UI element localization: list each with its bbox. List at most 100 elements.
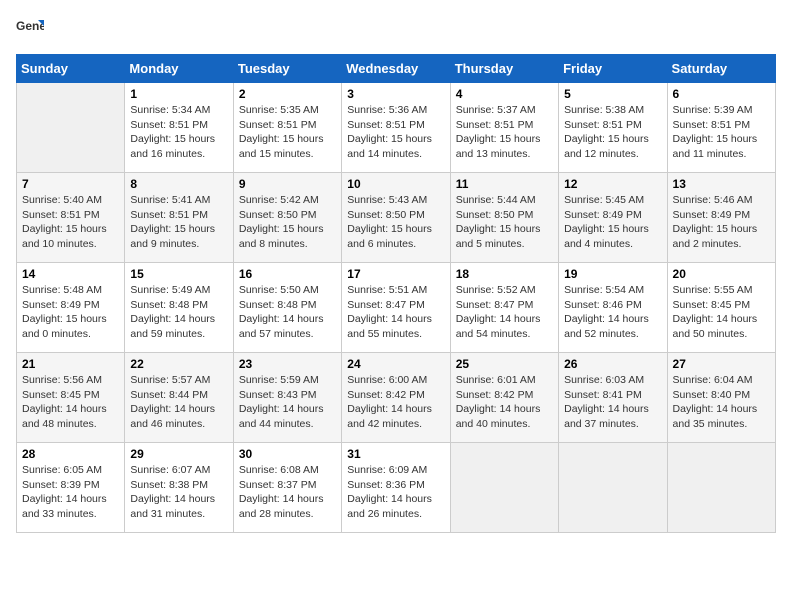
day-info: Sunrise: 5:37 AM Sunset: 8:51 PM Dayligh…	[456, 103, 553, 162]
day-info: Sunrise: 5:54 AM Sunset: 8:46 PM Dayligh…	[564, 283, 661, 342]
day-info: Sunrise: 5:39 AM Sunset: 8:51 PM Dayligh…	[673, 103, 770, 162]
calendar-cell: 9Sunrise: 5:42 AM Sunset: 8:50 PM Daylig…	[233, 173, 341, 263]
calendar-cell: 3 Sunrise: 5:36 AM Sunset: 8:51 PM Daylig…	[342, 83, 450, 173]
day-number: 4	[456, 87, 553, 101]
calendar-cell: 24 Sunrise: 6:00 AM Sunset: 8:42 PM Dayli…	[342, 353, 450, 443]
day-number: 2	[239, 87, 336, 101]
day-info: Sunrise: 6:05 AM Sunset: 8:39 PM Dayligh…	[22, 463, 119, 522]
day-number: 8	[130, 177, 227, 191]
calendar-cell: 11 Sunrise: 5:44 AM Sunset: 8:50 PM Dayli…	[450, 173, 558, 263]
calendar-cell: 8 Sunrise: 5:41 AM Sunset: 8:51 PM Daylig…	[125, 173, 233, 263]
week-row-2: 7 Sunrise: 5:40 AM Sunset: 8:51 PM Daylig…	[17, 173, 776, 263]
calendar-cell: 26 Sunrise: 6:03 AM Sunset: 8:41 PM Dayli…	[559, 353, 667, 443]
calendar-cell: 1 Sunrise: 5:34 AM Sunset: 8:51 PM Daylig…	[125, 83, 233, 173]
day-number: 15	[130, 267, 227, 281]
calendar-cell: 4 Sunrise: 5:37 AM Sunset: 8:51 PM Daylig…	[450, 83, 558, 173]
day-number: 24	[347, 357, 444, 371]
day-info: Sunrise: 6:00 AM Sunset: 8:42 PM Dayligh…	[347, 373, 444, 432]
calendar-cell: 27 Sunrise: 6:04 AM Sunset: 8:40 PM Dayli…	[667, 353, 775, 443]
day-info: Sunrise: 5:36 AM Sunset: 8:51 PM Dayligh…	[347, 103, 444, 162]
day-number: 28	[22, 447, 119, 461]
calendar-cell: 10 Sunrise: 5:43 AM Sunset: 8:50 PM Dayli…	[342, 173, 450, 263]
calendar-cell: 22Sunrise: 5:57 AM Sunset: 8:44 PM Dayli…	[125, 353, 233, 443]
calendar-cell: 25 Sunrise: 6:01 AM Sunset: 8:42 PM Dayli…	[450, 353, 558, 443]
day-info: Sunrise: 6:07 AM Sunset: 8:38 PM Dayligh…	[130, 463, 227, 522]
day-number: 20	[673, 267, 770, 281]
day-number: 27	[673, 357, 770, 371]
page-header: General	[16, 16, 776, 44]
calendar-cell: 21 Sunrise: 5:56 AM Sunset: 8:45 PM Dayli…	[17, 353, 125, 443]
day-number: 5	[564, 87, 661, 101]
day-info: Sunrise: 5:48 AM Sunset: 8:49 PM Dayligh…	[22, 283, 119, 342]
calendar-cell: 31 Sunrise: 6:09 AM Sunset: 8:36 PM Dayli…	[342, 443, 450, 533]
day-number: 9	[239, 177, 336, 191]
day-info: Sunrise: 5:46 AM Sunset: 8:49 PM Dayligh…	[673, 193, 770, 252]
day-info: Sunrise: 5:49 AM Sunset: 8:48 PM Dayligh…	[130, 283, 227, 342]
day-number: 6	[673, 87, 770, 101]
calendar-cell	[17, 83, 125, 173]
day-number: 25	[456, 357, 553, 371]
day-info: Sunrise: 6:01 AM Sunset: 8:42 PM Dayligh…	[456, 373, 553, 432]
day-number: 14	[22, 267, 119, 281]
calendar-table: SundayMondayTuesdayWednesdayThursdayFrid…	[16, 54, 776, 533]
day-info: Sunrise: 5:51 AM Sunset: 8:47 PM Dayligh…	[347, 283, 444, 342]
weekday-header-thursday: Thursday	[450, 55, 558, 83]
day-number: 10	[347, 177, 444, 191]
calendar-cell	[667, 443, 775, 533]
day-number: 23	[239, 357, 336, 371]
week-row-3: 14 Sunrise: 5:48 AM Sunset: 8:49 PM Dayli…	[17, 263, 776, 353]
day-number: 21	[22, 357, 119, 371]
day-number: 30	[239, 447, 336, 461]
weekday-header-wednesday: Wednesday	[342, 55, 450, 83]
weekday-header-monday: Monday	[125, 55, 233, 83]
calendar-cell	[450, 443, 558, 533]
calendar-cell: 20 Sunrise: 5:55 AM Sunset: 8:45 PM Dayli…	[667, 263, 775, 353]
day-number: 26	[564, 357, 661, 371]
weekday-header-tuesday: Tuesday	[233, 55, 341, 83]
day-info: Sunrise: 5:45 AM Sunset: 8:49 PM Dayligh…	[564, 193, 661, 252]
weekday-header-friday: Friday	[559, 55, 667, 83]
day-number: 13	[673, 177, 770, 191]
day-info: Sunrise: 6:08 AM Sunset: 8:37 PM Dayligh…	[239, 463, 336, 522]
day-number: 1	[130, 87, 227, 101]
calendar-cell: 7 Sunrise: 5:40 AM Sunset: 8:51 PM Daylig…	[17, 173, 125, 263]
day-info: Sunrise: 6:04 AM Sunset: 8:40 PM Dayligh…	[673, 373, 770, 432]
calendar-cell: 19 Sunrise: 5:54 AM Sunset: 8:46 PM Dayli…	[559, 263, 667, 353]
week-row-1: 1 Sunrise: 5:34 AM Sunset: 8:51 PM Daylig…	[17, 83, 776, 173]
day-number: 18	[456, 267, 553, 281]
day-info: Sunrise: 5:41 AM Sunset: 8:51 PM Dayligh…	[130, 193, 227, 252]
day-info: Sunrise: 5:44 AM Sunset: 8:50 PM Dayligh…	[456, 193, 553, 252]
day-info: Sunrise: 5:55 AM Sunset: 8:45 PM Dayligh…	[673, 283, 770, 342]
calendar-cell: 12 Sunrise: 5:45 AM Sunset: 8:49 PM Dayli…	[559, 173, 667, 263]
day-number: 3	[347, 87, 444, 101]
day-number: 11	[456, 177, 553, 191]
day-info: Sunrise: 5:56 AM Sunset: 8:45 PM Dayligh…	[22, 373, 119, 432]
weekday-header-saturday: Saturday	[667, 55, 775, 83]
weekday-header-row: SundayMondayTuesdayWednesdayThursdayFrid…	[17, 55, 776, 83]
calendar-cell: 17 Sunrise: 5:51 AM Sunset: 8:47 PM Dayli…	[342, 263, 450, 353]
calendar-cell: 6 Sunrise: 5:39 AM Sunset: 8:51 PM Daylig…	[667, 83, 775, 173]
day-number: 7	[22, 177, 119, 191]
calendar-cell: 23Sunrise: 5:59 AM Sunset: 8:43 PM Dayli…	[233, 353, 341, 443]
week-row-4: 21 Sunrise: 5:56 AM Sunset: 8:45 PM Dayli…	[17, 353, 776, 443]
day-number: 29	[130, 447, 227, 461]
day-number: 19	[564, 267, 661, 281]
day-number: 17	[347, 267, 444, 281]
day-number: 31	[347, 447, 444, 461]
week-row-5: 28 Sunrise: 6:05 AM Sunset: 8:39 PM Dayli…	[17, 443, 776, 533]
calendar-cell: 16Sunrise: 5:50 AM Sunset: 8:48 PM Dayli…	[233, 263, 341, 353]
day-info: Sunrise: 5:34 AM Sunset: 8:51 PM Dayligh…	[130, 103, 227, 162]
logo-icon: General	[16, 16, 44, 44]
calendar-cell: 2Sunrise: 5:35 AM Sunset: 8:51 PM Daylig…	[233, 83, 341, 173]
day-info: Sunrise: 6:03 AM Sunset: 8:41 PM Dayligh…	[564, 373, 661, 432]
day-info: Sunrise: 6:09 AM Sunset: 8:36 PM Dayligh…	[347, 463, 444, 522]
day-info: Sunrise: 5:40 AM Sunset: 8:51 PM Dayligh…	[22, 193, 119, 252]
calendar-cell: 18Sunrise: 5:52 AM Sunset: 8:47 PM Dayli…	[450, 263, 558, 353]
calendar-cell: 29 Sunrise: 6:07 AM Sunset: 8:38 PM Dayli…	[125, 443, 233, 533]
day-number: 12	[564, 177, 661, 191]
calendar-cell	[559, 443, 667, 533]
day-info: Sunrise: 5:43 AM Sunset: 8:50 PM Dayligh…	[347, 193, 444, 252]
day-info: Sunrise: 5:57 AM Sunset: 8:44 PM Dayligh…	[130, 373, 227, 432]
day-number: 16	[239, 267, 336, 281]
calendar-cell: 13 Sunrise: 5:46 AM Sunset: 8:49 PM Dayli…	[667, 173, 775, 263]
